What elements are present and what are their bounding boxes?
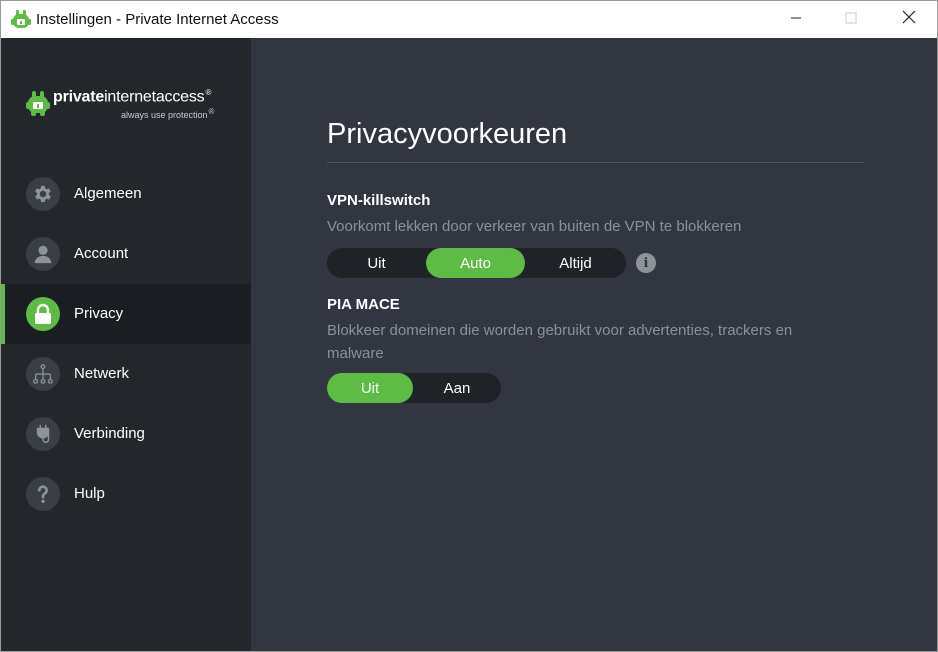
killswitch-option-uit[interactable]: Uit <box>327 248 426 278</box>
maximize-button[interactable] <box>828 1 874 38</box>
plug-icon <box>26 417 60 451</box>
close-icon <box>902 10 916 29</box>
pia-robot-icon <box>26 89 50 122</box>
killswitch-title: VPN-killswitch <box>327 192 431 209</box>
minimize-button[interactable] <box>773 1 819 38</box>
mace-title: PIA MACE <box>327 296 400 313</box>
app-window: Instellingen - Private Internet Access p… <box>0 0 938 652</box>
pia-robot-icon <box>11 9 31 31</box>
sidebar-item-privacy[interactable]: Privacy <box>1 284 251 344</box>
sidebar-item-label: Algemeen <box>74 185 142 202</box>
sidebar-item-account[interactable]: Account <box>1 224 251 284</box>
brand-wordmark: privateinternetaccess® <box>53 88 211 106</box>
sidebar-item-netwerk[interactable]: Netwerk <box>1 344 251 404</box>
mace-description: Blokkeer domeinen die worden gebruikt vo… <box>327 322 793 362</box>
sidebar-item-label: Account <box>74 245 129 262</box>
mace-option-uit[interactable]: Uit <box>327 373 413 403</box>
question-icon <box>26 477 60 511</box>
brand-tagline: always use protection® <box>121 107 214 120</box>
user-icon <box>26 237 60 271</box>
page-title: Privacyvoorkeuren <box>327 118 568 150</box>
brand-logo: privateinternetaccess® always use protec… <box>26 88 236 122</box>
sidebar-item-label: Verbinding <box>74 425 145 442</box>
sidebar-item-hulp[interactable]: Hulp <box>1 464 251 524</box>
sidebar-item-label: Privacy <box>74 305 124 322</box>
mace-option-aan[interactable]: Aan <box>413 373 501 403</box>
mace-segmented-control: Uit Aan <box>327 373 501 403</box>
brand-tagline-text: always use protection <box>121 110 208 120</box>
title-bar: Instellingen - Private Internet Access <box>1 1 937 38</box>
sidebar-item-verbinding[interactable]: Verbinding <box>1 404 251 464</box>
sidebar-item-label: Hulp <box>74 485 105 502</box>
killswitch-option-altijd[interactable]: Altijd <box>525 248 626 278</box>
maximize-icon <box>845 11 857 29</box>
sidebar-item-algemeen[interactable]: Algemeen <box>1 164 251 224</box>
killswitch-option-auto[interactable]: Auto <box>426 248 525 278</box>
minimize-icon <box>790 11 802 29</box>
brand-name-rest: internetaccess <box>104 88 205 106</box>
brand-name-bold: private <box>53 88 105 106</box>
close-button[interactable] <box>886 1 932 38</box>
network-icon <box>26 357 60 391</box>
title-divider <box>327 162 864 163</box>
killswitch-description: Voorkomt lekken door verkeer van buiten … <box>327 218 742 235</box>
gear-icon <box>26 177 60 211</box>
registered-mark: ® <box>205 88 212 97</box>
sidebar-item-label: Netwerk <box>74 365 130 382</box>
lock-icon <box>26 297 60 331</box>
window-title: Instellingen - Private Internet Access <box>36 11 279 28</box>
killswitch-segmented-control: Uit Auto Altijd <box>327 248 626 278</box>
main-panel: Privacyvoorkeuren VPN-killswitch Voorkom… <box>251 38 937 651</box>
info-icon[interactable]: i <box>636 253 656 273</box>
sidebar-nav: Algemeen Account Privacy Netwerk Verbind… <box>1 164 251 524</box>
sidebar: privateinternetaccess® always use protec… <box>1 38 251 651</box>
tagline-registered-mark: ® <box>208 107 215 116</box>
